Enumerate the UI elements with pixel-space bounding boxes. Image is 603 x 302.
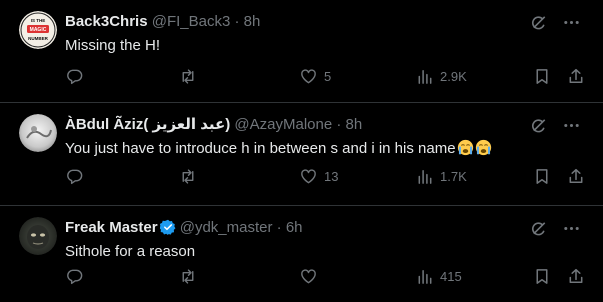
grok-icon[interactable]	[530, 13, 549, 32]
reply-button[interactable]	[65, 166, 90, 186]
grok-icon[interactable]	[530, 219, 549, 238]
retweet-icon	[178, 267, 198, 286]
tweet-top-actions	[530, 116, 581, 135]
tweet[interactable]: ÀBdul Ãziz( عبد العزيز) @AzayMalone · 8h…	[0, 103, 603, 206]
timestamp[interactable]: 8h	[244, 13, 261, 30]
reply-button[interactable]	[65, 66, 90, 86]
user-handle[interactable]: @AzayMalone	[234, 116, 332, 133]
share-button[interactable]	[567, 166, 585, 186]
bookmark-icon	[533, 167, 551, 186]
share-button[interactable]	[567, 266, 585, 286]
retweet-button[interactable]	[178, 266, 204, 286]
separator: ·	[234, 13, 240, 30]
avatar[interactable]: IS THE MAGIC NUMBER	[19, 11, 57, 49]
separator: ·	[336, 116, 342, 133]
avatar[interactable]	[19, 217, 57, 255]
retweet-icon	[178, 67, 198, 86]
tweet-top-actions	[530, 13, 581, 32]
like-count: 13	[324, 168, 339, 184]
svg-text:IS THE: IS THE	[31, 18, 46, 23]
tweet-text: Missing the H!	[65, 37, 161, 54]
retweet-button[interactable]	[178, 166, 204, 186]
display-name[interactable]: ÀBdul Ãziz( عبد العزيز)	[65, 116, 230, 133]
verified-badge-icon	[158, 219, 176, 235]
more-icon[interactable]	[562, 116, 581, 135]
views-icon	[416, 167, 434, 186]
bookmark-button[interactable]	[533, 266, 551, 286]
user-handle[interactable]: @FI_Back3	[152, 13, 231, 30]
crying-face-emoji	[457, 139, 474, 156]
reply-icon	[65, 267, 84, 286]
more-icon[interactable]	[562, 13, 581, 32]
heart-icon	[299, 267, 318, 286]
tweet-header: Freak Master @ydk_master · 6h	[65, 218, 533, 238]
views-count: 1.7K	[440, 168, 467, 184]
tweet-top-actions	[530, 219, 581, 238]
display-name[interactable]: Freak Master	[65, 219, 158, 236]
tweet-actions: 13 1.7K	[65, 166, 587, 186]
heart-icon	[299, 167, 318, 186]
reply-icon	[65, 67, 84, 86]
tweet[interactable]: IS THE MAGIC NUMBER Back3Chris @FI_Back3…	[0, 0, 603, 103]
timestamp[interactable]: 6h	[286, 219, 303, 236]
reply-button[interactable]	[65, 266, 90, 286]
like-button[interactable]	[299, 266, 324, 286]
like-button[interactable]: 13	[299, 166, 338, 186]
retweet-button[interactable]	[178, 66, 204, 86]
share-icon	[567, 167, 585, 186]
avatar[interactable]	[19, 114, 57, 152]
bookmark-icon	[533, 67, 551, 86]
views-icon	[416, 267, 434, 286]
more-icon[interactable]	[562, 219, 581, 238]
heart-icon	[299, 67, 318, 86]
share-icon	[567, 67, 585, 86]
display-name[interactable]: Back3Chris	[65, 13, 148, 30]
views-count: 2.9K	[440, 68, 467, 84]
like-count: 5	[324, 68, 332, 84]
retweet-icon	[178, 167, 198, 186]
tweet-header: Back3Chris @FI_Back3 · 8h	[65, 12, 533, 32]
tweet-actions: 415	[65, 266, 587, 286]
user-handle[interactable]: @ydk_master	[180, 219, 273, 236]
tweet-header: ÀBdul Ãziz( عبد العزيز) @AzayMalone · 8h	[65, 115, 533, 135]
crying-face-emoji	[475, 139, 492, 156]
timestamp[interactable]: 8h	[346, 116, 363, 133]
bookmark-button[interactable]	[533, 166, 551, 186]
reply-feed: IS THE MAGIC NUMBER Back3Chris @FI_Back3…	[0, 0, 603, 302]
bookmark-icon	[533, 267, 551, 286]
tweet[interactable]: Freak Master @ydk_master · 6h Sithole fo…	[0, 206, 603, 302]
bookmark-button[interactable]	[533, 66, 551, 86]
svg-text:NUMBER: NUMBER	[28, 36, 48, 41]
like-button[interactable]: 5	[299, 66, 331, 86]
tweet-text: Sithole for a reason	[65, 243, 196, 260]
grok-icon[interactable]	[530, 116, 549, 135]
tweet-text: You just have to introduce h in between …	[65, 139, 583, 159]
views-button[interactable]: 1.7K	[416, 166, 467, 186]
views-count: 415	[440, 268, 462, 284]
share-icon	[567, 267, 585, 286]
tweet-actions: 5 2.9K	[65, 66, 587, 86]
share-button[interactable]	[567, 66, 585, 86]
reply-icon	[65, 167, 84, 186]
separator: ·	[276, 219, 282, 236]
svg-text:MAGIC: MAGIC	[30, 27, 47, 33]
views-button[interactable]: 2.9K	[416, 66, 467, 86]
views-icon	[416, 67, 434, 86]
views-button[interactable]: 415	[416, 266, 462, 286]
